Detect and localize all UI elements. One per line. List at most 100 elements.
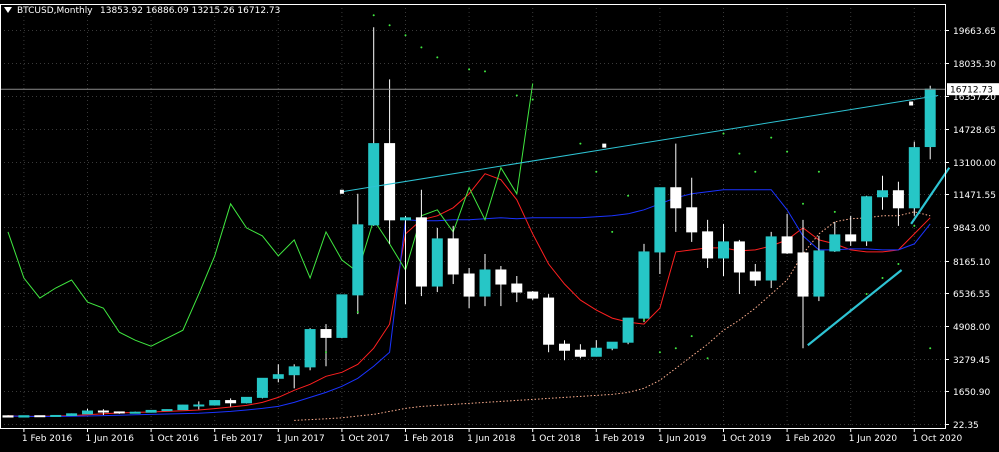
- time-label: 1 Oct 2020: [912, 434, 962, 444]
- candle-body: [559, 343, 570, 351]
- candle-body: [733, 241, 745, 273]
- candle-body: [145, 409, 157, 413]
- psar-dot: [706, 357, 709, 360]
- candle-body: [256, 377, 268, 398]
- trading-chart[interactable]: 16712.73 22.35 1650.90 3279.45 4908.00 6536.…: [0, 0, 999, 448]
- chart-header: BTCUSD,Monthly 13853.92 16886.09 13215.2…: [4, 6, 280, 16]
- price-label: 8165.10: [953, 258, 990, 268]
- candle-body: [527, 291, 539, 299]
- price-label: 13100.00: [953, 159, 996, 169]
- symbol-label: BTCUSD,Monthly: [17, 6, 93, 16]
- candle-body: [336, 294, 348, 338]
- candle-body: [702, 231, 714, 259]
- price-label: 11471.55: [953, 191, 996, 201]
- price-label: 6536.55: [953, 290, 990, 300]
- psar-dot: [897, 262, 900, 265]
- time-label: 1 Feb 2017: [213, 434, 263, 444]
- psar-dot: [881, 277, 884, 280]
- candle-body: [288, 366, 300, 376]
- candle-body: [320, 329, 332, 338]
- candle-body: [431, 238, 443, 287]
- candle-body: [908, 147, 920, 209]
- psar-dot: [404, 34, 407, 37]
- candle-body: [384, 143, 396, 221]
- price-chart-canvas[interactable]: 16712.73 22.351650.903279.454908.006536.…: [0, 0, 999, 448]
- candle-body: [18, 415, 30, 418]
- price-label: 3279.45: [953, 356, 990, 366]
- psar-dot: [738, 152, 741, 155]
- time-label: 1 Oct 2018: [531, 434, 581, 444]
- candle-body: [590, 347, 602, 357]
- candle-body: [861, 196, 873, 242]
- price-label: 14728.65: [953, 126, 996, 136]
- psar-dot: [627, 194, 630, 197]
- candle-body: [638, 251, 650, 319]
- candle-body: [765, 236, 777, 281]
- psar-dot: [754, 170, 757, 173]
- trendline-anchor-handle[interactable]: [602, 143, 607, 148]
- candle-body: [463, 273, 475, 297]
- candle-body: [718, 241, 729, 259]
- trendline-anchor-handle[interactable]: [909, 101, 914, 106]
- trendline-anchor-handle[interactable]: [339, 189, 344, 194]
- candle-body: [400, 217, 411, 221]
- price-label: 18035.30: [953, 60, 996, 70]
- psar-dot: [325, 351, 327, 354]
- candle-body: [415, 217, 427, 287]
- psar-dot: [515, 94, 518, 97]
- psar-dot: [595, 170, 598, 173]
- candle-body: [129, 411, 141, 414]
- time-label: 1 Jun 2018: [467, 434, 516, 444]
- psar-dot: [611, 230, 614, 233]
- psar-dot: [722, 132, 725, 135]
- candle-body: [193, 404, 205, 407]
- candle-body: [877, 190, 888, 198]
- time-label: 1 Oct 2017: [340, 434, 390, 444]
- psar-dot: [388, 24, 391, 27]
- price-label: 22.35: [953, 421, 979, 431]
- candle-body: [606, 341, 618, 349]
- price-label: 1650.90: [953, 388, 990, 398]
- psar-dot: [817, 170, 820, 173]
- time-label: 1 Feb 2019: [594, 434, 645, 444]
- candle-body: [543, 297, 555, 345]
- price-label: 19663.65: [953, 27, 996, 37]
- psar-dot: [484, 70, 486, 73]
- price-label: 4908.00: [953, 323, 990, 333]
- time-label: 1 Oct 2016: [149, 434, 199, 444]
- candle-body: [495, 269, 507, 285]
- psar-dot: [865, 293, 868, 296]
- psar-dot: [833, 210, 836, 213]
- candle-body: [304, 329, 316, 368]
- candle-body: [50, 414, 62, 417]
- time-label: 1 Feb 2016: [22, 434, 73, 444]
- candle-body: [670, 187, 682, 209]
- candle-body: [622, 317, 634, 343]
- candle-body: [368, 143, 380, 226]
- candle-body: [225, 400, 237, 404]
- psar-dot: [690, 335, 693, 338]
- candle-body: [66, 413, 78, 416]
- candle-body: [686, 207, 698, 233]
- candle-body: [352, 224, 364, 296]
- psar-dot: [929, 347, 932, 350]
- psar-dot: [579, 142, 582, 145]
- candle-body: [34, 415, 46, 418]
- psar-dot: [356, 311, 359, 314]
- candle-body: [829, 234, 841, 252]
- psar-dot: [770, 136, 773, 139]
- candle-body: [2, 415, 14, 418]
- psar-dot: [420, 46, 423, 49]
- candle-body: [797, 252, 809, 297]
- time-label: 1 Jun 2019: [658, 434, 707, 444]
- candle-body: [574, 349, 586, 357]
- candle-body: [781, 236, 793, 254]
- candle-body: [654, 187, 666, 253]
- time-label: 1 Jun 2017: [276, 434, 324, 444]
- psar-dot: [674, 347, 677, 350]
- candle-body: [209, 400, 221, 406]
- time-label: 1 Jun 2020: [849, 434, 898, 444]
- candle-body: [845, 234, 857, 242]
- psar-dot: [786, 150, 789, 153]
- candle-body: [749, 271, 761, 281]
